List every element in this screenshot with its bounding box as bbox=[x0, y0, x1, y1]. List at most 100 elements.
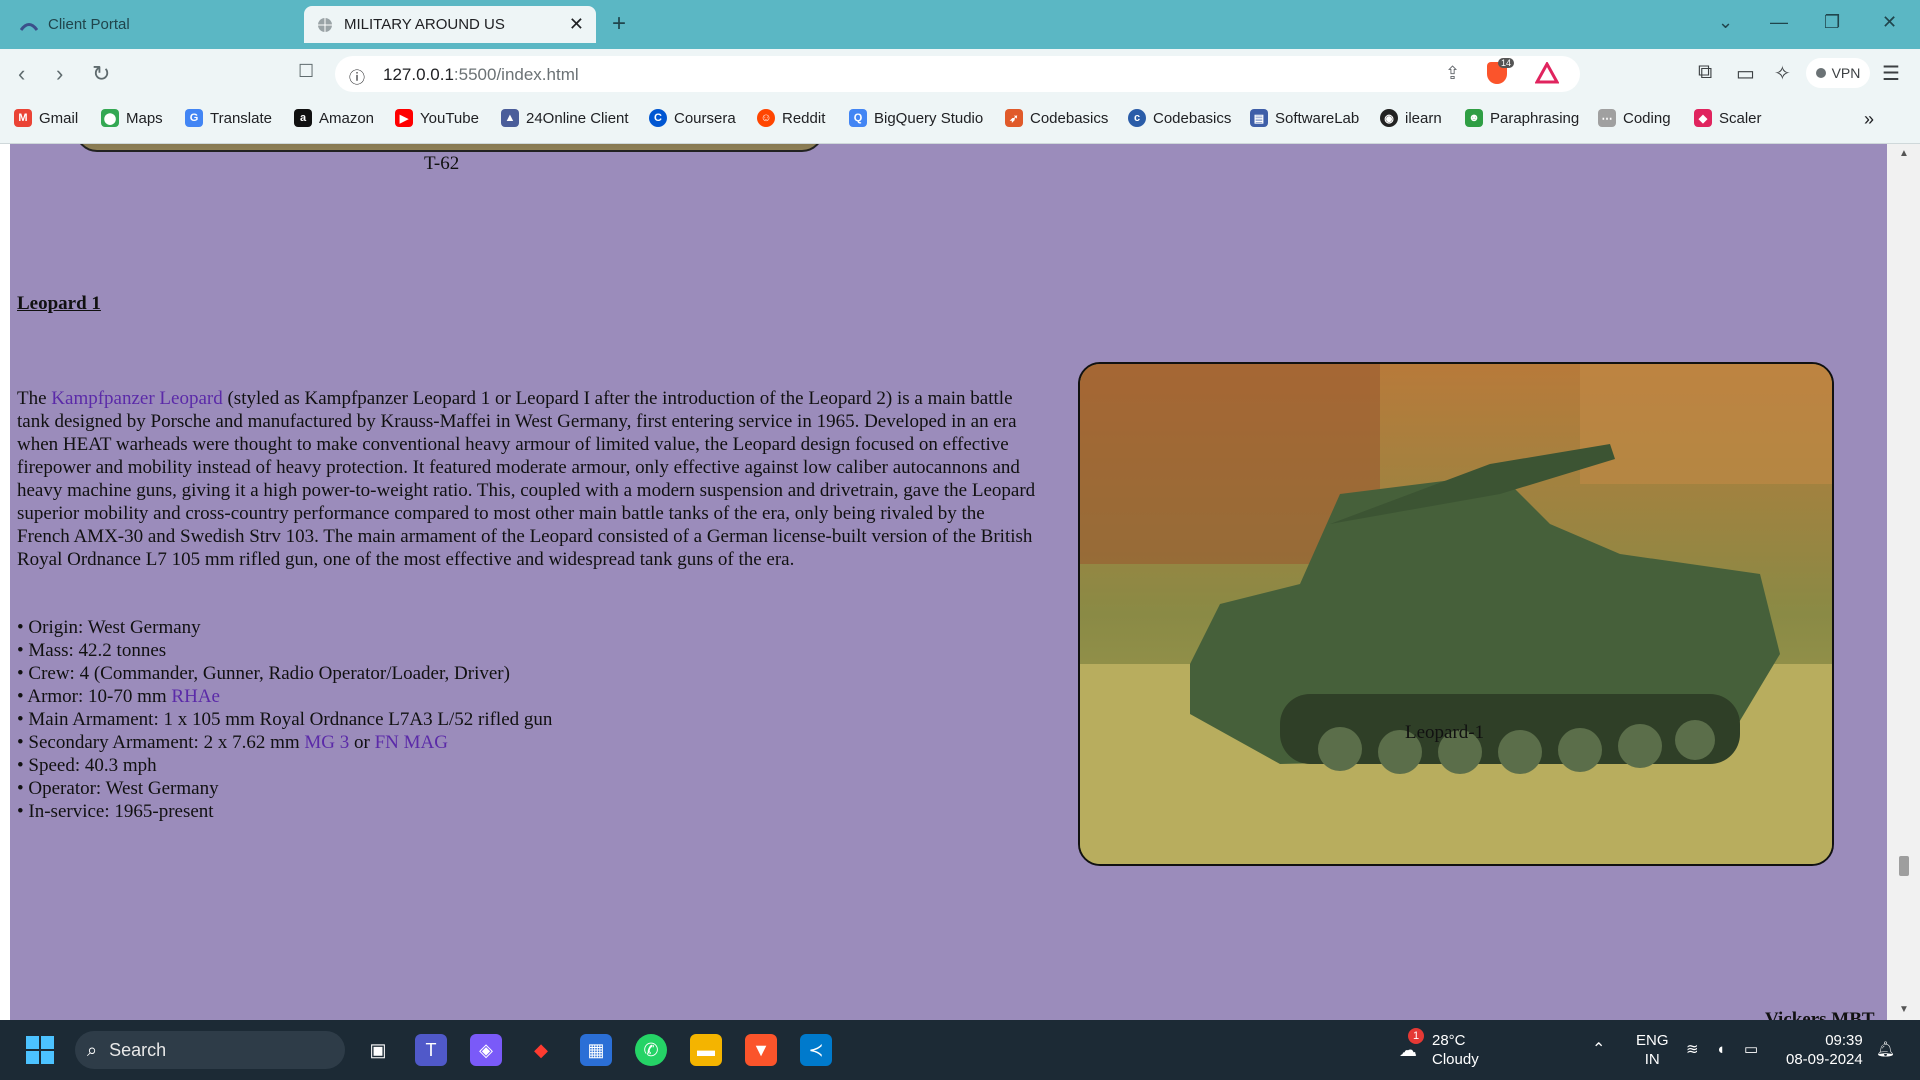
reddit-icon: ☺ bbox=[757, 109, 775, 127]
close-tab-icon[interactable]: ✕ bbox=[569, 14, 584, 35]
bookmark-softwarelab[interactable]: ▤ SoftwareLab bbox=[1250, 109, 1359, 127]
leopard-description: The Kampfpanzer Leopard (styled as Kampf… bbox=[17, 387, 1037, 571]
spec-in-service: • In-service: 1965-present bbox=[17, 801, 214, 822]
close-window-icon[interactable]: ✕ bbox=[1882, 12, 1897, 33]
browser-title-bar: Client Portal MILITARY AROUND US ✕ + ⌄ —… bbox=[0, 0, 1920, 49]
bookmark-label: 24Online Client bbox=[526, 109, 629, 127]
scroll-down-arrow-icon[interactable]: ▼ bbox=[1899, 1004, 1909, 1015]
windows-start-icon[interactable] bbox=[24, 1034, 56, 1066]
bookmark-coursera[interactable]: C Coursera bbox=[649, 109, 736, 127]
bookmark-youtube[interactable]: ▶ YouTube bbox=[395, 109, 479, 127]
url-text: 127.0.0.1:5500/index.html bbox=[383, 65, 579, 85]
weather-widget[interactable]: 28°C Cloudy bbox=[1432, 1031, 1479, 1069]
lang-top: ENG bbox=[1636, 1032, 1669, 1049]
language-indicator[interactable]: ENG IN bbox=[1636, 1031, 1669, 1069]
spec-crew: • Crew: 4 (Commander, Gunner, Radio Oper… bbox=[17, 663, 510, 684]
coursera-icon: C bbox=[649, 109, 667, 127]
armor-text: • Armor: 10-70 mm bbox=[17, 686, 172, 707]
bookmark-maps[interactable]: ⬤ Maps bbox=[101, 109, 163, 127]
teams-icon[interactable]: T bbox=[415, 1034, 447, 1066]
bookmark-label: Coursera bbox=[674, 109, 736, 127]
spec-armor: • Armor: 10-70 mm RHAe bbox=[17, 685, 552, 708]
kampfpanzer-leopard-link[interactable]: Kampfpanzer Leopard bbox=[51, 388, 222, 409]
secondary-or-text: or bbox=[349, 732, 375, 753]
bookmark-icon[interactable]: ☐ bbox=[298, 61, 314, 82]
address-bar[interactable]: ⓘ 127.0.0.1:5500/index.html ⇪ 14 bbox=[335, 56, 1580, 92]
brave-browser-icon[interactable]: ▼ bbox=[745, 1034, 777, 1066]
more-bookmarks-chevron-icon[interactable]: » bbox=[1864, 109, 1874, 130]
menu-icon[interactable]: ☰ bbox=[1882, 61, 1900, 86]
scrollbar-thumb[interactable] bbox=[1899, 856, 1909, 876]
translate-icon: G bbox=[185, 109, 203, 127]
scroll-up-arrow-icon[interactable]: ▲ bbox=[1899, 148, 1909, 159]
bookmark-ilearn[interactable]: ◉ ilearn bbox=[1380, 109, 1442, 127]
bookmark-paraphrasing[interactable]: ☻ Paraphrasing bbox=[1465, 109, 1579, 127]
extensions-icon[interactable]: ⧉ bbox=[1698, 61, 1712, 84]
bookmark-bigquery[interactable]: Q BigQuery Studio bbox=[849, 109, 983, 127]
leo-ai-icon[interactable]: ✧ bbox=[1774, 61, 1791, 86]
minimize-icon[interactable]: — bbox=[1770, 12, 1788, 33]
weather-badge: 1 bbox=[1408, 1028, 1424, 1044]
back-arrow-icon[interactable]: ‹ bbox=[18, 61, 25, 87]
app-red-diamond-icon[interactable]: ◆ bbox=[525, 1034, 557, 1066]
globe-icon bbox=[316, 16, 334, 34]
weather-temp: 28°C bbox=[1432, 1032, 1466, 1049]
bookmark-reddit[interactable]: ☺ Reddit bbox=[757, 109, 825, 127]
show-hidden-icons-chevron-icon[interactable]: ⌃ bbox=[1592, 1040, 1605, 1059]
fn-mag-link[interactable]: FN MAG bbox=[375, 732, 448, 753]
amazon-icon: a bbox=[294, 109, 312, 127]
volume-icon[interactable]: ◖ bbox=[1716, 1040, 1725, 1059]
t62-image-bottom-edge bbox=[75, 144, 824, 152]
next-section-heading: Vickers MBT bbox=[1765, 1009, 1875, 1020]
task-view-icon[interactable]: ▣ bbox=[362, 1034, 394, 1066]
ilearn-icon: ◉ bbox=[1380, 109, 1398, 127]
url-path: :5500/index.html bbox=[453, 65, 579, 84]
microsoft-store-icon[interactable]: ▦ bbox=[580, 1034, 612, 1066]
tab-client-portal[interactable]: Client Portal bbox=[8, 6, 298, 43]
wallet-icon[interactable]: ▭ bbox=[1736, 61, 1755, 86]
copilot-icon[interactable]: ◈ bbox=[470, 1034, 502, 1066]
restore-icon[interactable]: ❐ bbox=[1824, 12, 1840, 33]
tab-military-around-us[interactable]: MILITARY AROUND US ✕ bbox=[304, 6, 596, 43]
lang-bottom: IN bbox=[1644, 1051, 1660, 1068]
notification-bell-icon[interactable]: 🔔︎ bbox=[1876, 1040, 1895, 1059]
taskbar-search[interactable]: ⌕ Search bbox=[75, 1031, 345, 1069]
bookmark-label: Translate bbox=[210, 109, 272, 127]
search-label: Search bbox=[109, 1039, 167, 1060]
wifi-icon[interactable]: ≋ bbox=[1686, 1040, 1699, 1059]
scaler-icon: ◆ bbox=[1694, 109, 1712, 127]
reload-icon[interactable]: ↻ bbox=[92, 61, 110, 87]
new-tab-button[interactable]: + bbox=[612, 10, 626, 38]
spec-operator: • Operator: West Germany bbox=[17, 778, 219, 799]
battery-icon[interactable]: ▭ bbox=[1744, 1040, 1758, 1059]
browser-toolbar: ‹ › ↻ ☐ ⓘ 127.0.0.1:5500/index.html ⇪ 14… bbox=[0, 49, 1920, 99]
bookmark-codebasics-2[interactable]: c Codebasics bbox=[1128, 109, 1231, 127]
tab-search-chevron-down-icon[interactable]: ⌄ bbox=[1718, 12, 1733, 33]
bookmark-codebasics-1[interactable]: ➶ Codebasics bbox=[1005, 109, 1108, 127]
file-explorer-icon[interactable]: ▬ bbox=[690, 1034, 722, 1066]
vertical-scrollbar[interactable]: ▲ ▼ bbox=[1887, 144, 1920, 1020]
bookmarks-bar: M Gmail ⬤ Maps G Translate a Amazon ▶ YouTube… bbox=[0, 99, 1920, 144]
site-info-icon[interactable]: ⓘ bbox=[349, 64, 365, 88]
mg3-link[interactable]: MG 3 bbox=[304, 732, 349, 753]
clock[interactable]: 09:39 08-09-2024 bbox=[1786, 1031, 1863, 1069]
url-host: 127.0.0.1 bbox=[383, 65, 454, 84]
bookmark-translate[interactable]: G Translate bbox=[185, 109, 272, 127]
tab-label: MILITARY AROUND US bbox=[344, 16, 505, 33]
bookmark-gmail[interactable]: M Gmail bbox=[14, 109, 78, 127]
spec-origin: • Origin: West Germany bbox=[17, 617, 201, 638]
page-viewport: T-62 Leopard 1 The Kampfpanzer Leopard (… bbox=[0, 144, 1920, 1020]
bookmark-24online[interactable]: ▲ 24Online Client bbox=[501, 109, 629, 127]
whatsapp-icon[interactable]: ✆ bbox=[635, 1034, 667, 1066]
t62-caption: T-62 bbox=[424, 153, 460, 174]
vpn-button[interactable]: VPN bbox=[1806, 58, 1870, 88]
weather-desc: Cloudy bbox=[1432, 1051, 1479, 1068]
share-icon[interactable]: ⇪ bbox=[1445, 63, 1460, 84]
rhae-link[interactable]: RHAe bbox=[171, 686, 220, 707]
forward-arrow-icon[interactable]: › bbox=[56, 61, 63, 87]
vscode-icon[interactable]: ≺ bbox=[800, 1034, 832, 1066]
brave-rewards-icon[interactable] bbox=[1534, 60, 1560, 89]
bookmark-scaler[interactable]: ◆ Scaler bbox=[1694, 109, 1762, 127]
bookmark-amazon[interactable]: a Amazon bbox=[294, 109, 374, 127]
bookmark-coding[interactable]: ⋯ Coding bbox=[1598, 109, 1671, 127]
